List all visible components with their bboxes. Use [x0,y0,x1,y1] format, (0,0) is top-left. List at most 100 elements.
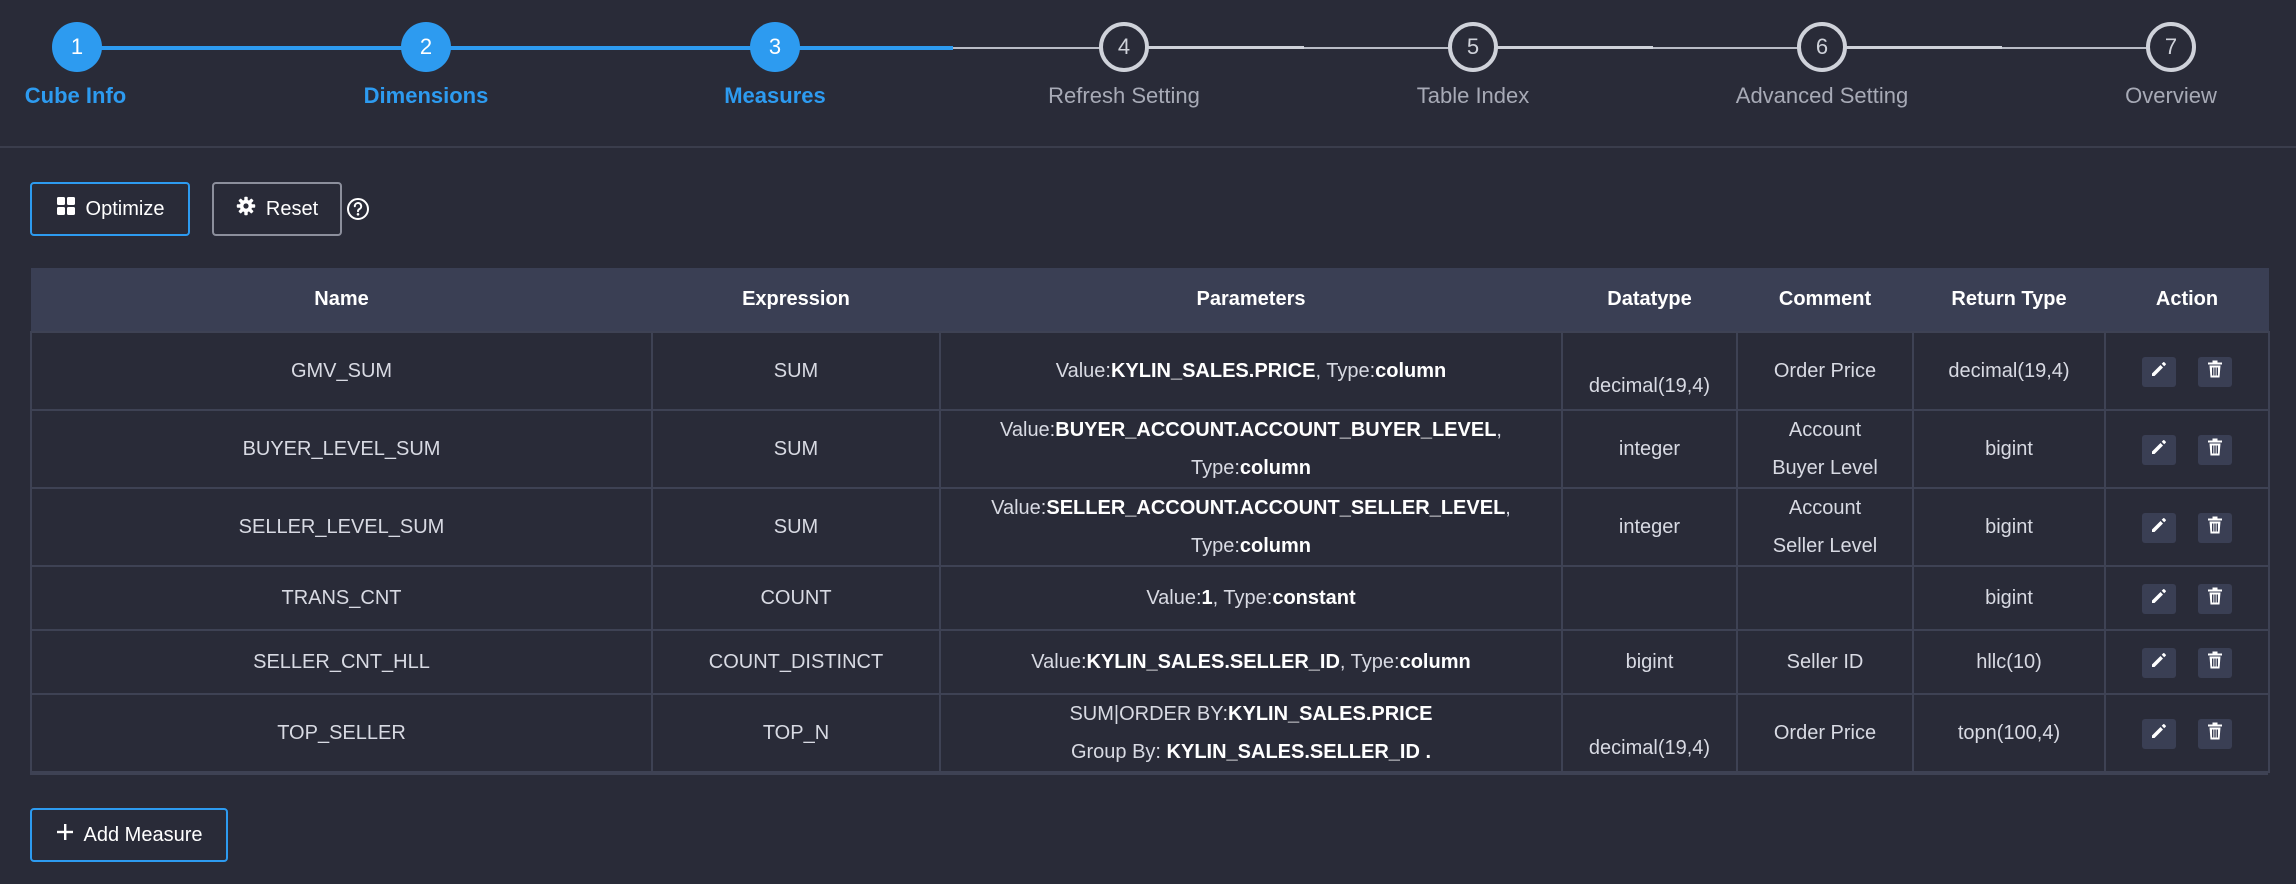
step-table-index[interactable]: 5 Table Index [1363,22,1583,109]
question-circle-icon[interactable] [346,197,370,221]
grid-icon [56,196,76,222]
cell-comment: Order Price [1736,693,1914,773]
step-number-4: 4 [1099,22,1149,72]
cell-comment [1736,565,1914,631]
add-measure-button[interactable]: Add Measure [30,808,228,862]
cell-action [2104,693,2270,773]
cell-return-type: decimal(19,4) [1912,331,2106,411]
table-row: BUYER_LEVEL_SUM SUM Value:BUYER_ACCOUNT.… [30,409,2270,489]
trash-icon [2207,431,2223,469]
column-header-action: Action [2155,288,2219,310]
delete-button[interactable] [2198,434,2232,465]
cell-expression: SUM [651,331,941,411]
column-header-return-type[interactable]: Return Type [1913,268,2105,332]
gear-icon [236,196,256,222]
step-number-6: 6 [1797,22,1847,72]
step-number-2: 2 [401,22,451,72]
cell-return-type: topn(100,4) [1912,693,2106,773]
cell-datatype: integer [1561,409,1738,489]
cell-return-type: bigint [1912,487,2106,567]
optimize-button[interactable]: Optimize [30,182,190,236]
cell-name: BUYER_LEVEL_SUM [30,409,653,489]
cell-datatype [1561,565,1738,631]
cell-comment: Account Seller Level [1736,487,1914,567]
cell-expression: COUNT_DISTINCT [651,629,941,695]
pencil-icon [2150,580,2168,618]
column-header-expression[interactable]: Expression [652,268,940,332]
table-row: SELLER_CNT_HLL COUNT_DISTINCT Value:KYLI… [30,629,2270,695]
cell-expression: COUNT [651,565,941,631]
cell-comment: Account Buyer Level [1736,409,1914,489]
pencil-icon [2150,644,2168,682]
cell-action [2104,487,2270,567]
step-label-overview: Overview [2125,83,2217,108]
table-header-row: Name Expression Parameters Datatype Comm… [31,268,2269,332]
table-row: GMV_SUM SUM Value:KYLIN_SALES.PRICE, Typ… [30,331,2270,411]
step-number-7: 7 [2146,22,2196,72]
trash-icon [2207,644,2223,682]
step-measures[interactable]: 3 Measures [665,22,885,109]
cell-datatype: decimal(19,4) [1561,693,1738,773]
edit-button[interactable] [2142,718,2176,749]
pencil-icon [2150,509,2168,547]
cell-name: SELLER_CNT_HLL [30,629,653,695]
cell-expression: SUM [651,409,941,489]
reset-button-label: Reset [265,197,319,220]
cell-name: TRANS_CNT [30,565,653,631]
pencil-icon [2150,715,2168,753]
column-header-name[interactable]: Name [31,268,652,332]
cell-name: TOP_SELLER [30,693,653,773]
cell-parameters: Value:KYLIN_SALES.SELLER_ID, Type:column [939,629,1563,695]
measures-table: Name Expression Parameters Datatype Comm… [30,268,2270,775]
table-row: SELLER_LEVEL_SUM SUM Value:SELLER_ACCOUN… [30,487,2270,567]
cell-comment: Order Price [1736,331,1914,411]
cell-return-type: bigint [1912,565,2106,631]
cell-action [2104,331,2270,411]
step-label-table-index: Table Index [1416,83,1530,108]
trash-icon [2207,353,2223,391]
wizard-stepper: 1 Cube Info 2 Dimensions 3 Measures 4 Re… [0,0,2296,148]
column-header-parameters[interactable]: Parameters [940,268,1562,332]
step-refresh-setting[interactable]: 4 Refresh Setting [1014,22,1234,109]
cell-return-type: hllc(10) [1912,629,2106,695]
step-overview[interactable]: 7 Overview [2061,22,2281,109]
delete-button[interactable] [2198,356,2232,387]
reset-button[interactable]: Reset [212,182,342,236]
delete-button[interactable] [2198,583,2232,614]
add-measure-button-label: Add Measure [83,823,203,846]
step-cube-info[interactable]: 1 Cube Info [0,22,187,109]
plus-icon [56,823,74,847]
cell-expression: TOP_N [651,693,941,773]
step-number-1: 1 [52,22,102,72]
cell-action [2104,629,2270,695]
edit-button[interactable] [2142,434,2176,465]
column-header-datatype[interactable]: Datatype [1562,268,1737,332]
cell-datatype: integer [1561,487,1738,567]
cell-expression: SUM [651,487,941,567]
step-dimensions[interactable]: 2 Dimensions [316,22,536,109]
edit-button[interactable] [2142,583,2176,614]
step-label-cube-info: Cube Info [24,83,127,108]
cell-return-type: bigint [1912,409,2106,489]
cell-parameters: Value:SELLER_ACCOUNT.ACCOUNT_SELLER_LEVE… [939,487,1563,567]
delete-button[interactable] [2198,647,2232,678]
pencil-icon [2150,431,2168,469]
edit-button[interactable] [2142,512,2176,543]
delete-button[interactable] [2198,718,2232,749]
table-row: TOP_SELLER TOP_N SUM|ORDER BY:KYLIN_SALE… [30,693,2270,773]
cell-datatype: bigint [1561,629,1738,695]
pencil-icon [2150,353,2168,391]
cell-parameters: Value:KYLIN_SALES.PRICE, Type:column [939,331,1563,411]
step-number-5: 5 [1448,22,1498,72]
cell-comment: Seller ID [1736,629,1914,695]
step-label-refresh-setting: Refresh Setting [1048,83,1200,108]
edit-button[interactable] [2142,647,2176,678]
step-number-3: 3 [750,22,800,72]
table-bottom-border [30,772,2268,775]
edit-button[interactable] [2142,356,2176,387]
column-header-comment[interactable]: Comment [1737,268,1913,332]
delete-button[interactable] [2198,512,2232,543]
step-advanced-setting[interactable]: 6 Advanced Setting [1712,22,1932,109]
cell-action [2104,565,2270,631]
cell-parameters: Value:1, Type:constant [939,565,1563,631]
